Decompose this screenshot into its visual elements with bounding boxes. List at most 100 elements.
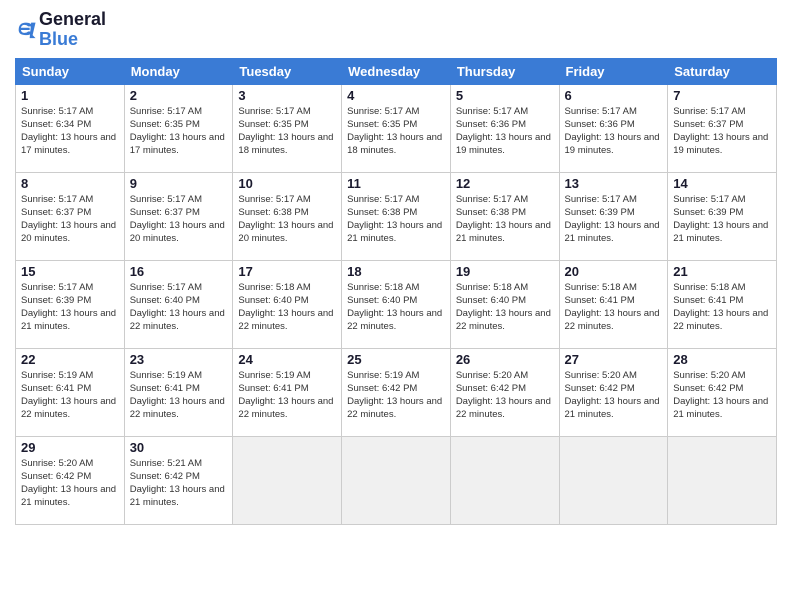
calendar-cell: 24 Sunrise: 5:19 AMSunset: 6:41 PMDaylig…	[233, 348, 342, 436]
weekday-header: Monday	[124, 58, 233, 84]
day-info: Sunrise: 5:20 AMSunset: 6:42 PMDaylight:…	[673, 369, 771, 422]
day-info: Sunrise: 5:18 AMSunset: 6:41 PMDaylight:…	[565, 281, 663, 334]
day-info: Sunrise: 5:20 AMSunset: 6:42 PMDaylight:…	[456, 369, 554, 422]
day-number: 18	[347, 264, 445, 279]
day-info: Sunrise: 5:17 AMSunset: 6:34 PMDaylight:…	[21, 105, 119, 158]
day-info: Sunrise: 5:19 AMSunset: 6:41 PMDaylight:…	[130, 369, 228, 422]
day-number: 15	[21, 264, 119, 279]
logo: GeneralBlue	[15, 10, 106, 50]
day-number: 19	[456, 264, 554, 279]
day-info: Sunrise: 5:17 AMSunset: 6:38 PMDaylight:…	[347, 193, 445, 246]
calendar-cell: 17 Sunrise: 5:18 AMSunset: 6:40 PMDaylig…	[233, 260, 342, 348]
day-number: 21	[673, 264, 771, 279]
day-info: Sunrise: 5:17 AMSunset: 6:36 PMDaylight:…	[565, 105, 663, 158]
day-number: 26	[456, 352, 554, 367]
day-info: Sunrise: 5:17 AMSunset: 6:35 PMDaylight:…	[347, 105, 445, 158]
day-number: 3	[238, 88, 336, 103]
day-number: 6	[565, 88, 663, 103]
calendar-cell: 2 Sunrise: 5:17 AMSunset: 6:35 PMDayligh…	[124, 84, 233, 172]
calendar-header-row: SundayMondayTuesdayWednesdayThursdayFrid…	[16, 58, 777, 84]
day-info: Sunrise: 5:17 AMSunset: 6:39 PMDaylight:…	[21, 281, 119, 334]
day-number: 8	[21, 176, 119, 191]
day-number: 11	[347, 176, 445, 191]
day-number: 27	[565, 352, 663, 367]
day-info: Sunrise: 5:17 AMSunset: 6:36 PMDaylight:…	[456, 105, 554, 158]
calendar-cell: 25 Sunrise: 5:19 AMSunset: 6:42 PMDaylig…	[342, 348, 451, 436]
calendar-cell: 19 Sunrise: 5:18 AMSunset: 6:40 PMDaylig…	[450, 260, 559, 348]
day-info: Sunrise: 5:19 AMSunset: 6:41 PMDaylight:…	[238, 369, 336, 422]
day-number: 25	[347, 352, 445, 367]
calendar-cell: 30 Sunrise: 5:21 AMSunset: 6:42 PMDaylig…	[124, 436, 233, 524]
day-number: 30	[130, 440, 228, 455]
day-info: Sunrise: 5:19 AMSunset: 6:41 PMDaylight:…	[21, 369, 119, 422]
day-info: Sunrise: 5:17 AMSunset: 6:37 PMDaylight:…	[130, 193, 228, 246]
day-number: 12	[456, 176, 554, 191]
weekday-header: Wednesday	[342, 58, 451, 84]
day-info: Sunrise: 5:21 AMSunset: 6:42 PMDaylight:…	[130, 457, 228, 510]
calendar-cell: 18 Sunrise: 5:18 AMSunset: 6:40 PMDaylig…	[342, 260, 451, 348]
calendar-cell	[559, 436, 668, 524]
weekday-header: Thursday	[450, 58, 559, 84]
day-info: Sunrise: 5:17 AMSunset: 6:40 PMDaylight:…	[130, 281, 228, 334]
day-number: 28	[673, 352, 771, 367]
calendar-table: SundayMondayTuesdayWednesdayThursdayFrid…	[15, 58, 777, 525]
calendar-cell: 9 Sunrise: 5:17 AMSunset: 6:37 PMDayligh…	[124, 172, 233, 260]
page-header: GeneralBlue	[15, 10, 777, 50]
day-number: 10	[238, 176, 336, 191]
calendar-cell	[233, 436, 342, 524]
calendar-cell: 1 Sunrise: 5:17 AMSunset: 6:34 PMDayligh…	[16, 84, 125, 172]
calendar-cell: 16 Sunrise: 5:17 AMSunset: 6:40 PMDaylig…	[124, 260, 233, 348]
day-info: Sunrise: 5:18 AMSunset: 6:40 PMDaylight:…	[238, 281, 336, 334]
day-info: Sunrise: 5:17 AMSunset: 6:39 PMDaylight:…	[673, 193, 771, 246]
day-info: Sunrise: 5:17 AMSunset: 6:35 PMDaylight:…	[130, 105, 228, 158]
day-info: Sunrise: 5:20 AMSunset: 6:42 PMDaylight:…	[21, 457, 119, 510]
calendar-cell: 26 Sunrise: 5:20 AMSunset: 6:42 PMDaylig…	[450, 348, 559, 436]
calendar-cell: 12 Sunrise: 5:17 AMSunset: 6:38 PMDaylig…	[450, 172, 559, 260]
day-number: 7	[673, 88, 771, 103]
weekday-header: Sunday	[16, 58, 125, 84]
day-info: Sunrise: 5:17 AMSunset: 6:35 PMDaylight:…	[238, 105, 336, 158]
calendar-cell: 5 Sunrise: 5:17 AMSunset: 6:36 PMDayligh…	[450, 84, 559, 172]
calendar-cell: 23 Sunrise: 5:19 AMSunset: 6:41 PMDaylig…	[124, 348, 233, 436]
logo-text: GeneralBlue	[39, 10, 106, 50]
day-number: 5	[456, 88, 554, 103]
calendar-cell: 4 Sunrise: 5:17 AMSunset: 6:35 PMDayligh…	[342, 84, 451, 172]
calendar-cell: 29 Sunrise: 5:20 AMSunset: 6:42 PMDaylig…	[16, 436, 125, 524]
day-info: Sunrise: 5:18 AMSunset: 6:40 PMDaylight:…	[347, 281, 445, 334]
day-number: 22	[21, 352, 119, 367]
calendar-cell: 11 Sunrise: 5:17 AMSunset: 6:38 PMDaylig…	[342, 172, 451, 260]
weekday-header: Friday	[559, 58, 668, 84]
calendar-cell: 6 Sunrise: 5:17 AMSunset: 6:36 PMDayligh…	[559, 84, 668, 172]
calendar-cell	[668, 436, 777, 524]
day-number: 23	[130, 352, 228, 367]
day-number: 17	[238, 264, 336, 279]
day-info: Sunrise: 5:20 AMSunset: 6:42 PMDaylight:…	[565, 369, 663, 422]
calendar-cell: 7 Sunrise: 5:17 AMSunset: 6:37 PMDayligh…	[668, 84, 777, 172]
weekday-header: Tuesday	[233, 58, 342, 84]
calendar-cell: 28 Sunrise: 5:20 AMSunset: 6:42 PMDaylig…	[668, 348, 777, 436]
calendar-cell: 20 Sunrise: 5:18 AMSunset: 6:41 PMDaylig…	[559, 260, 668, 348]
calendar-cell: 3 Sunrise: 5:17 AMSunset: 6:35 PMDayligh…	[233, 84, 342, 172]
calendar-cell: 21 Sunrise: 5:18 AMSunset: 6:41 PMDaylig…	[668, 260, 777, 348]
day-info: Sunrise: 5:18 AMSunset: 6:40 PMDaylight:…	[456, 281, 554, 334]
calendar-cell: 8 Sunrise: 5:17 AMSunset: 6:37 PMDayligh…	[16, 172, 125, 260]
calendar-cell: 15 Sunrise: 5:17 AMSunset: 6:39 PMDaylig…	[16, 260, 125, 348]
day-info: Sunrise: 5:18 AMSunset: 6:41 PMDaylight:…	[673, 281, 771, 334]
calendar-cell: 14 Sunrise: 5:17 AMSunset: 6:39 PMDaylig…	[668, 172, 777, 260]
day-number: 9	[130, 176, 228, 191]
calendar-cell: 27 Sunrise: 5:20 AMSunset: 6:42 PMDaylig…	[559, 348, 668, 436]
day-info: Sunrise: 5:17 AMSunset: 6:38 PMDaylight:…	[238, 193, 336, 246]
calendar-cell: 13 Sunrise: 5:17 AMSunset: 6:39 PMDaylig…	[559, 172, 668, 260]
day-number: 2	[130, 88, 228, 103]
calendar-row: 22 Sunrise: 5:19 AMSunset: 6:41 PMDaylig…	[16, 348, 777, 436]
day-info: Sunrise: 5:17 AMSunset: 6:39 PMDaylight:…	[565, 193, 663, 246]
calendar-row: 29 Sunrise: 5:20 AMSunset: 6:42 PMDaylig…	[16, 436, 777, 524]
calendar-cell	[450, 436, 559, 524]
calendar-row: 8 Sunrise: 5:17 AMSunset: 6:37 PMDayligh…	[16, 172, 777, 260]
day-info: Sunrise: 5:17 AMSunset: 6:37 PMDaylight:…	[673, 105, 771, 158]
calendar-cell	[342, 436, 451, 524]
calendar-cell: 22 Sunrise: 5:19 AMSunset: 6:41 PMDaylig…	[16, 348, 125, 436]
day-number: 13	[565, 176, 663, 191]
day-number: 16	[130, 264, 228, 279]
day-number: 1	[21, 88, 119, 103]
